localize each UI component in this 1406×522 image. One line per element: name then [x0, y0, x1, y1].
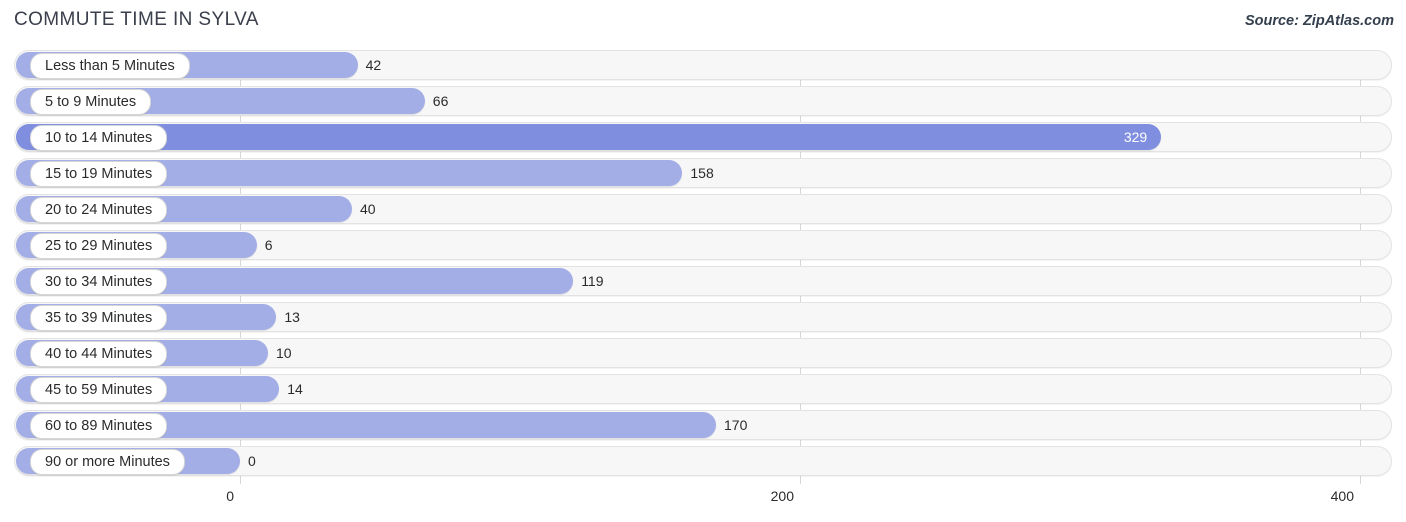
- bar-row[interactable]: Less than 5 Minutes 42: [0, 50, 1406, 82]
- bar-row[interactable]: 15 to 19 Minutes 158: [0, 158, 1406, 190]
- category-label: 40 to 44 Minutes: [30, 341, 168, 367]
- x-axis-tick-label: 0: [226, 488, 234, 504]
- bar-row[interactable]: 45 to 59 Minutes 14: [0, 374, 1406, 406]
- bar-value-label: 119: [581, 273, 604, 289]
- category-label: Less than 5 Minutes: [30, 53, 190, 79]
- bar-value-label: 158: [690, 165, 714, 181]
- bar-row[interactable]: 90 or more Minutes 0: [0, 446, 1406, 478]
- bar-row[interactable]: 40 to 44 Minutes 10: [0, 338, 1406, 370]
- bar-value-label: 13: [284, 309, 300, 325]
- bar-value-label: 14: [287, 381, 303, 397]
- bar-value-label: 40: [360, 201, 376, 217]
- bar-value-label: 0: [248, 453, 256, 469]
- category-label: 90 or more Minutes: [30, 449, 185, 475]
- bar: 329: [16, 124, 1162, 150]
- category-label: 15 to 19 Minutes: [30, 161, 168, 187]
- x-axis-tick-label: 400: [1330, 488, 1354, 504]
- category-label: 35 to 39 Minutes: [30, 305, 168, 331]
- plot-area: Less than 5 Minutes 42 5 to 9 Minutes 66 329…: [0, 50, 1406, 484]
- bar-row[interactable]: 5 to 9 Minutes 66: [0, 86, 1406, 118]
- category-label: 30 to 34 Minutes: [30, 269, 168, 295]
- bar-value-label: 329: [1123, 129, 1148, 145]
- bar-value-label: 6: [264, 237, 273, 253]
- category-label: 20 to 24 Minutes: [30, 197, 168, 223]
- bar-row[interactable]: 329 10 to 14 Minutes: [0, 122, 1406, 154]
- page-title: COMMUTE TIME IN SYLVA: [14, 9, 259, 30]
- bar-rows: Less than 5 Minutes 42 5 to 9 Minutes 66 329…: [0, 50, 1406, 482]
- bar-row[interactable]: 30 to 34 Minutes 119: [0, 266, 1406, 298]
- bar-row[interactable]: 20 to 24 Minutes 40: [0, 194, 1406, 226]
- bar-row[interactable]: 60 to 89 Minutes 170: [0, 410, 1406, 442]
- category-label: 10 to 14 Minutes: [30, 125, 168, 151]
- bar-value-label: 170: [724, 417, 748, 433]
- bar-row[interactable]: 35 to 39 Minutes 13: [0, 302, 1406, 334]
- source-attribution: Source: ZipAtlas.com: [1244, 13, 1394, 29]
- bar-value-label: 10: [276, 345, 292, 361]
- x-axis: 0 200 400: [0, 484, 1406, 522]
- bar-value-label: 42: [365, 57, 382, 73]
- commute-time-bar-chart: COMMUTE TIME IN SYLVA Source: ZipAtlas.c…: [0, 0, 1406, 522]
- category-label: 60 to 89 Minutes: [30, 413, 168, 439]
- category-label: 5 to 9 Minutes: [30, 89, 152, 115]
- bar-row[interactable]: 25 to 29 Minutes 6: [0, 230, 1406, 262]
- category-label: 25 to 29 Minutes: [30, 233, 168, 259]
- bar-value-label: 66: [432, 93, 449, 109]
- category-label: 45 to 59 Minutes: [30, 377, 168, 403]
- x-axis-tick-label: 200: [770, 488, 794, 504]
